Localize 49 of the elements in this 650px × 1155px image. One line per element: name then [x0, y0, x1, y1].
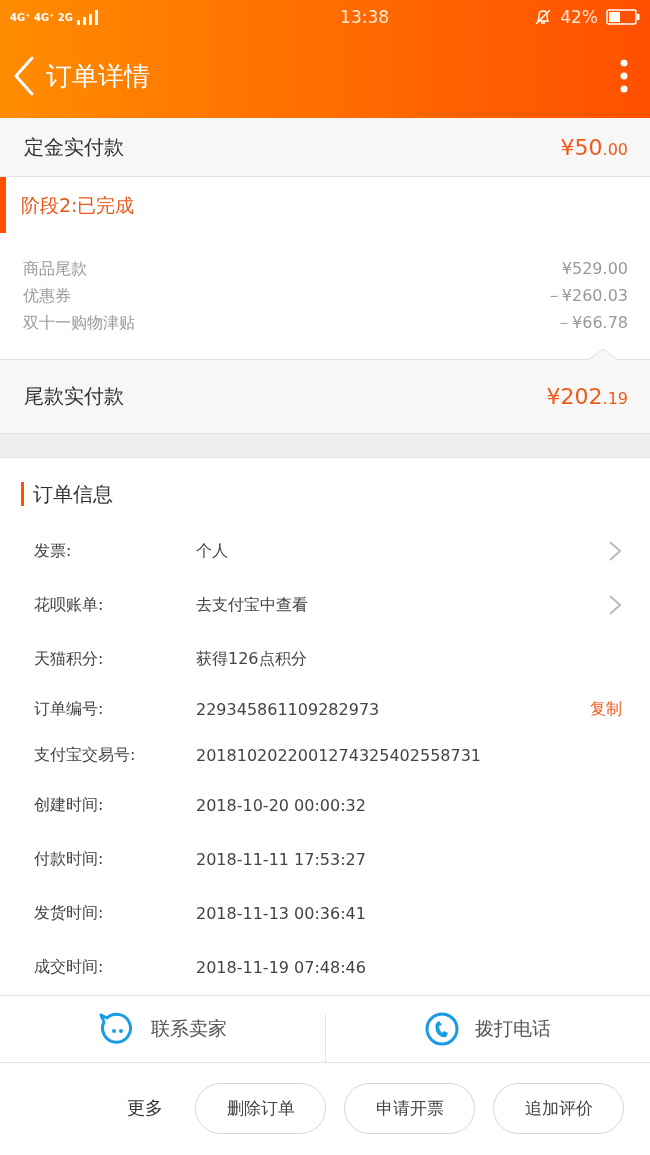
chevron-right-icon[interactable] [608, 540, 622, 562]
menu-icon[interactable] [620, 59, 628, 93]
info-label: 天猫积分: [34, 648, 105, 670]
page-title: 订单详情 [46, 59, 151, 93]
network-indicator: 4G⁺ 4G⁺ 2G [10, 11, 74, 23]
battery-level: 42% [560, 7, 598, 27]
battery-icon [606, 8, 640, 26]
info-value: 去支付宝中查看 [196, 594, 309, 616]
info-value: 2018102022001274325402558731 [196, 745, 483, 765]
summary-amount: ¥202.19 [546, 384, 628, 409]
summary-label: 尾款实付款 [24, 383, 124, 410]
info-label: 创建时间: [34, 794, 105, 816]
action-button[interactable]: 追加评价 [493, 1082, 624, 1134]
info-value: 2018-11-13 00:36:41 [196, 903, 367, 923]
info-value: 2018-11-11 17:53:27 [196, 849, 367, 869]
stage-title: 阶段2:已完成 [0, 177, 650, 233]
line-label: 双十一购物津贴 [23, 312, 135, 334]
line-amount: －¥66.78 [556, 312, 628, 334]
info-label: 花呗账单: [34, 594, 105, 616]
line-amount: －¥260.03 [545, 285, 628, 307]
bell-muted-icon [534, 8, 553, 26]
section-marker [21, 482, 24, 506]
phone-icon [424, 1012, 459, 1046]
info-value: 2018-11-19 07:48:46 [196, 957, 367, 977]
status-time: 13:38 [339, 7, 390, 27]
back-icon[interactable] [12, 56, 36, 96]
section-title: 订单信息 [33, 480, 113, 508]
info-value: 获得126点积分 [196, 648, 308, 670]
copy-link[interactable]: 复制 [590, 698, 622, 720]
info-value: 2018-10-20 00:00:32 [196, 795, 367, 815]
info-label: 发货时间: [34, 902, 105, 924]
summary-label: 定金实付款 [24, 133, 124, 161]
contact-button[interactable]: 拨打电话 [324, 1014, 650, 1062]
line-amount: ¥529.00 [561, 258, 628, 280]
info-value: 229345861109282973 [196, 699, 381, 719]
line-label: 商品尾款 [23, 258, 87, 280]
summary-amount: ¥50.00 [560, 134, 628, 160]
info-label: 订单编号: [34, 698, 105, 720]
more-label[interactable]: 更多 [127, 1096, 163, 1120]
chevron-right-icon[interactable] [608, 594, 622, 616]
info-label: 支付宝交易号: [34, 744, 137, 766]
info-label: 发票: [34, 540, 73, 562]
info-label: 成交时间: [34, 956, 105, 978]
info-label: 付款时间: [34, 848, 105, 870]
line-label: 优惠券 [23, 285, 71, 307]
action-button[interactable]: 申请开票 [344, 1082, 475, 1134]
info-value: 个人 [196, 540, 229, 562]
contact-button[interactable]: 联系卖家 [0, 996, 325, 1062]
action-button[interactable]: 删除订单 [195, 1082, 326, 1134]
